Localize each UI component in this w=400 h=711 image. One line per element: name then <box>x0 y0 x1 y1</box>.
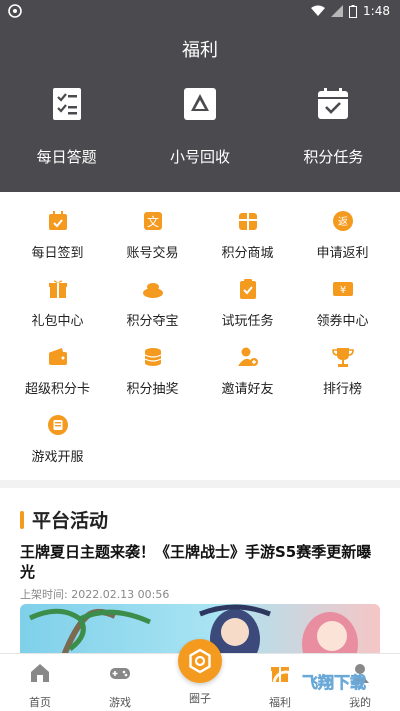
calendar-icon <box>48 211 67 230</box>
grid-item-coupon-center[interactable]: ¥ 领券中心 <box>295 278 390 330</box>
feature-grid: 每日签到 文 账号交易 积分商城 返 申请返利 礼包中心 积分夺宝 试玩任务 ¥ <box>10 210 390 466</box>
gamepad-icon <box>110 668 130 679</box>
grid-item-trial-task[interactable]: 试玩任务 <box>200 278 295 330</box>
daily-quiz-label: 每日答题 <box>36 148 97 166</box>
grid-item-gift-center[interactable]: 礼包中心 <box>10 278 105 330</box>
grid-item-points-shop[interactable]: 积分商城 <box>200 210 295 262</box>
treasure-icon <box>142 283 163 298</box>
gift-icon <box>48 280 67 298</box>
circle-icon <box>189 648 211 674</box>
grid-label: 积分商城 <box>221 246 274 261</box>
battery-icon <box>349 4 358 18</box>
trade-icon: 文 <box>143 212 162 230</box>
signal-icon <box>331 5 344 17</box>
wifi-icon <box>311 5 326 16</box>
svg-text:返: 返 <box>338 216 348 228</box>
grid-item-invite-friends[interactable]: 邀请好友 <box>200 346 295 398</box>
grid-label: 每日签到 <box>31 246 84 261</box>
nav-home[interactable]: 首页 <box>0 654 80 711</box>
feature-grid-card: 每日签到 文 账号交易 积分商城 返 申请返利 礼包中心 积分夺宝 试玩任务 ¥ <box>0 192 400 480</box>
grid-item-account-trade[interactable]: 文 账号交易 <box>105 210 200 262</box>
grid-item-points-lottery[interactable]: 积分抽奖 <box>105 346 200 398</box>
nav-label: 游戏 <box>109 696 131 709</box>
coupon-icon: ¥ <box>332 282 353 296</box>
account-recycle-label: 小号回收 <box>169 148 230 166</box>
page-title: 福利 <box>182 40 218 61</box>
grid-item-game-server-open[interactable]: 游戏开服 <box>10 414 105 466</box>
grid-label: 排行榜 <box>322 382 362 397</box>
grid-label: 申请返利 <box>316 246 369 261</box>
status-bar: 1:48 <box>0 0 400 24</box>
svg-text:¥: ¥ <box>339 285 345 296</box>
watermark-text: 飞翔下载 <box>302 673 366 692</box>
grid-item-daily-checkin[interactable]: 每日签到 <box>10 210 105 262</box>
grid-label: 邀请好友 <box>221 382 274 397</box>
wallet-icon <box>48 348 67 365</box>
header: 1:48 福利 每日答题 小号回收 积分任务 <box>0 0 400 192</box>
shop-icon <box>238 213 257 230</box>
quiz-icon <box>52 88 81 120</box>
grid-label: 试玩任务 <box>221 314 274 329</box>
grid-label: 积分夺宝 <box>126 314 179 329</box>
task-icon <box>318 88 349 119</box>
grid-item-apply-rebate[interactable]: 返 申请返利 <box>295 210 390 262</box>
add-user-icon <box>237 347 258 366</box>
grid-label: 游戏开服 <box>31 450 84 465</box>
nav-label: 首页 <box>29 696 51 709</box>
account-recycle-button[interactable]: 小号回收 <box>133 86 266 167</box>
grid-item-points-treasure[interactable]: 积分夺宝 <box>105 278 200 330</box>
trophy-icon <box>331 348 354 367</box>
recycle-icon <box>183 88 216 120</box>
points-task-label: 积分任务 <box>303 148 364 166</box>
section-header: 平台活动 <box>20 506 108 533</box>
home-icon <box>31 664 49 682</box>
grid-label: 积分抽奖 <box>126 382 179 397</box>
grid-label: 账号交易 <box>126 246 179 261</box>
coins-icon <box>144 348 161 366</box>
grid-item-leaderboard[interactable]: 排行榜 <box>295 346 390 398</box>
clock: 1:48 <box>363 4 390 18</box>
rebate-icon: 返 <box>332 211 353 231</box>
app-notification-icon <box>8 4 22 18</box>
grid-label: 超级积分卡 <box>24 382 90 397</box>
section-title: 平台活动 <box>32 510 109 532</box>
nav-label: 圈子 <box>189 692 211 705</box>
news-time: 上架时间: 2022.02.13 00:56 <box>20 588 170 601</box>
server-icon <box>47 415 68 435</box>
watermark-url: www.fxxz.com <box>304 694 362 703</box>
news-title-link[interactable]: 王牌夏日主题来袭！《王牌战士》手游S5赛季更新曝光 <box>20 542 382 582</box>
grid-label: 领券中心 <box>316 314 369 329</box>
top-tools: 每日答题 小号回收 积分任务 <box>0 86 400 167</box>
daily-quiz-button[interactable]: 每日答题 <box>0 86 133 167</box>
section-accent-bar <box>20 510 24 529</box>
nav-games[interactable]: 游戏 <box>80 654 160 711</box>
watermark-logo: 飞翔下载 www.fxxz.com <box>272 670 366 703</box>
points-task-button[interactable]: 积分任务 <box>267 86 400 167</box>
clipboard-icon <box>239 279 256 299</box>
circle-center-button[interactable] <box>178 639 222 683</box>
grid-item-super-points-card[interactable]: 超级积分卡 <box>10 346 105 398</box>
grid-label: 礼包中心 <box>31 314 84 329</box>
svg-text:文: 文 <box>146 214 158 229</box>
